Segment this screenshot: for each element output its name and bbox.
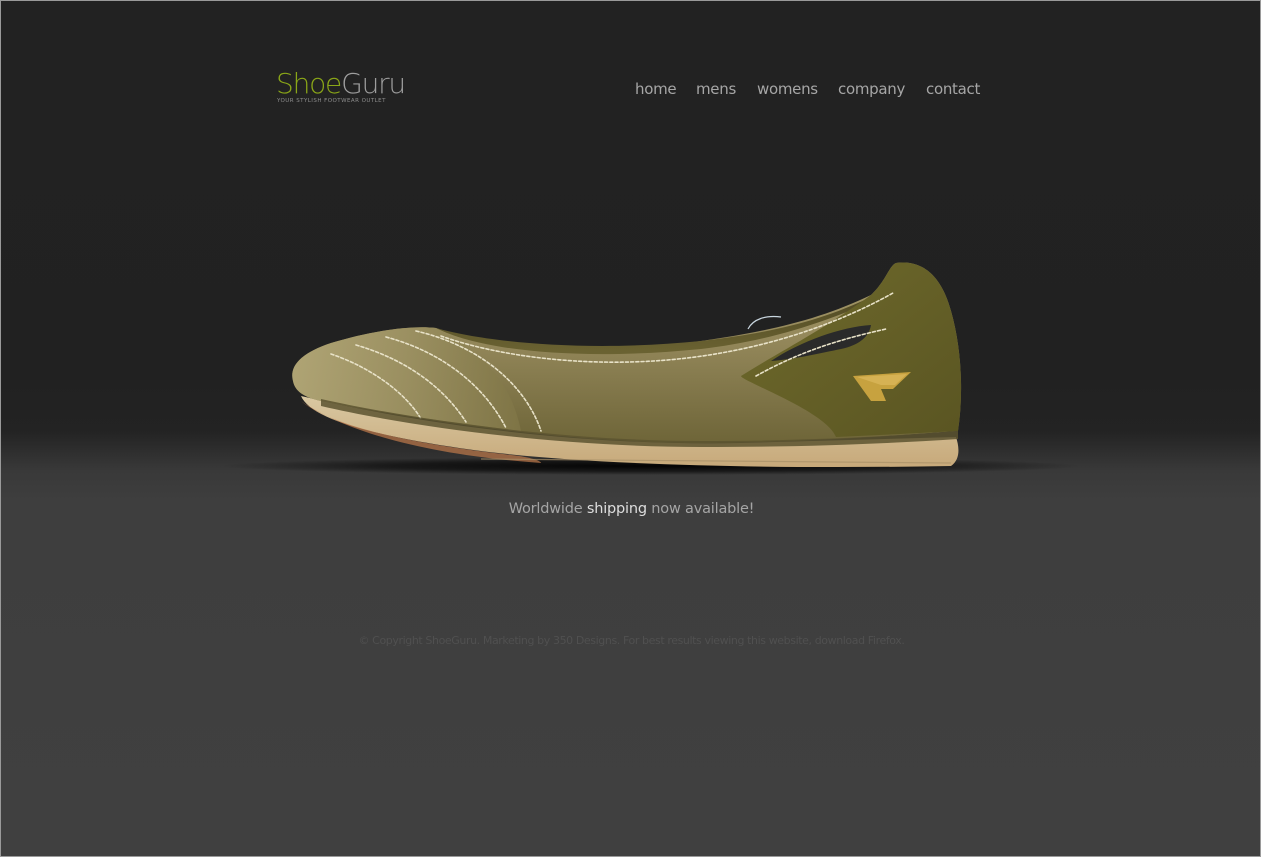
nav-company[interactable]: company <box>838 79 905 99</box>
page-frame: ShoeGuru YOUR STYLISH FOOTWEAR OUTLET ho… <box>0 0 1261 857</box>
promo-text-before: Worldwide <box>508 501 587 517</box>
promo-text-after: now available! <box>646 501 755 517</box>
shoe-lace <box>747 315 782 330</box>
promo-banner: Worldwide shipping now available! <box>1 499 1260 519</box>
footer-copyright: © Copyright ShoeGuru. Marketing by 350 D… <box>358 634 905 647</box>
nav-home[interactable]: home <box>635 79 677 99</box>
hero-shoe-image <box>181 241 1101 486</box>
nav-contact[interactable]: contact <box>926 79 980 99</box>
nav-mens[interactable]: mens <box>696 79 736 99</box>
promo-shipping-link[interactable]: shipping <box>587 501 647 517</box>
shoe-illustration <box>221 262 1081 475</box>
nav-womens[interactable]: womens <box>757 79 818 99</box>
main-nav: home mens womens company contact <box>1 79 1260 101</box>
